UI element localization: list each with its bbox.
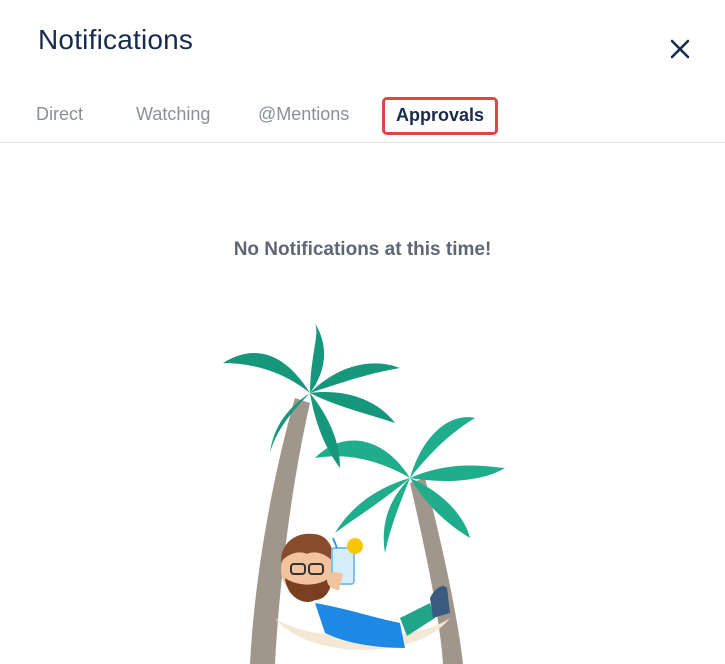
tab-watching[interactable]: Watching <box>136 104 210 125</box>
tab-bar: Direct Watching @Mentions Approvals <box>0 96 725 143</box>
notifications-panel: Notifications Direct Watching @Mentions … <box>0 0 725 664</box>
palm-trees-hammock-illustration <box>223 323 505 664</box>
tab-divider <box>0 142 725 143</box>
close-button[interactable] <box>664 33 696 65</box>
page-title: Notifications <box>38 24 194 55</box>
tab-approvals[interactable]: Approvals <box>382 97 499 135</box>
empty-state-message: No Notifications at this time! <box>233 239 492 260</box>
close-icon <box>670 39 690 59</box>
tab-mentions[interactable]: @Mentions <box>258 104 349 125</box>
tab-direct[interactable]: Direct <box>36 104 83 125</box>
